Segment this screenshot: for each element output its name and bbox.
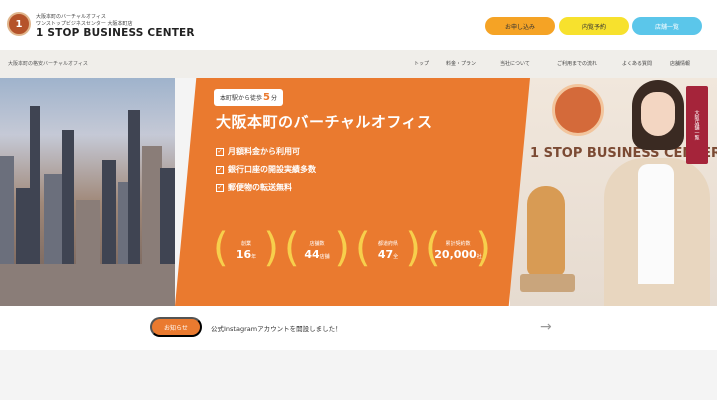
- brand-subtitle-2: ワンストップビジネスセンター 大阪本町店: [36, 21, 133, 27]
- hero-title: 大阪本町のバーチャルオフィス: [216, 113, 433, 131]
- nav-item-store-info[interactable]: 店舗情報: [670, 60, 690, 67]
- stat-founded: () 創業 16年: [213, 228, 279, 274]
- wall-logo-icon: [552, 84, 604, 136]
- receptionist-face: [641, 92, 675, 136]
- badge-number: 5: [263, 92, 270, 103]
- page-bottom: [0, 350, 717, 400]
- access-badge: 本町駅から徒歩 5 分: [214, 89, 283, 106]
- city-skyline-image: [0, 78, 175, 306]
- feature-item: ✓ 銀行口座の開設実績多数: [216, 165, 316, 174]
- apply-button[interactable]: お申し込み: [485, 17, 555, 35]
- visit-booking-button[interactable]: 内覧予約: [559, 17, 629, 35]
- statue-base: [520, 274, 575, 292]
- arrow-right-icon[interactable]: →: [540, 319, 552, 335]
- feature-item: ✓ 月額料金から利用可: [216, 147, 300, 156]
- nav-tagline: 大阪本町の格安バーチャルオフィス: [8, 61, 88, 67]
- stat-prefectures: () 都道府県 47全: [355, 228, 421, 274]
- news-button[interactable]: お知らせ: [150, 317, 202, 337]
- checkbox-icon: ✓: [216, 183, 224, 192]
- logo-icon[interactable]: 1: [7, 12, 31, 36]
- nav-item-faq[interactable]: よくある質問: [622, 60, 652, 67]
- site-header: 1 大阪本町のバーチャルオフィス ワンストップビジネスセンター 大阪本町店 1 …: [0, 0, 717, 50]
- nav-item-top[interactable]: トップ: [414, 60, 429, 67]
- feature-item: ✓ 郵便物の転送無料: [216, 183, 292, 192]
- stat-contracts: () 累計契約数 20,000社: [425, 228, 491, 274]
- store-list-button[interactable]: 店舗一覧: [632, 17, 702, 35]
- brand-name[interactable]: 1 STOP BUSINESS CENTER: [36, 27, 195, 39]
- news-bar: お知らせ 公式Instagramアカウントを開設しました！ →: [0, 306, 717, 350]
- checkbox-icon: ✓: [216, 147, 224, 156]
- nav-item-about[interactable]: 当社について: [500, 60, 530, 67]
- page: 1 大阪本町のバーチャルオフィス ワンストップビジネスセンター 大阪本町店 1 …: [0, 0, 717, 400]
- stat-stores: () 店舗数 44店舗: [284, 228, 350, 274]
- brand-subtitle: 大阪本町のバーチャルオフィス: [36, 14, 106, 20]
- badge-prefix: 本町駅から徒歩: [220, 95, 263, 102]
- news-headline-link[interactable]: 公式Instagramアカウントを開設しました！: [211, 323, 342, 333]
- nav-bar: 大阪本町の格安バーチャルオフィス トップ 料金・プラン 当社について ご利用まで…: [0, 50, 717, 78]
- nav-item-pricing[interactable]: 料金・プラン: [446, 60, 476, 67]
- statue-figure: [527, 186, 565, 276]
- badge-suffix: 分: [270, 95, 277, 102]
- checkbox-icon: ✓: [216, 165, 224, 174]
- nav-item-flow[interactable]: ご利用までの流れ: [557, 60, 597, 67]
- receptionist-shirt: [638, 164, 674, 284]
- store-list-side-tab[interactable]: 大阪店舗一覧: [686, 86, 708, 164]
- hero-banner: 1 STOP BUSINESS CENTER 本町駅から徒歩 5 分 大阪本町の…: [0, 78, 717, 306]
